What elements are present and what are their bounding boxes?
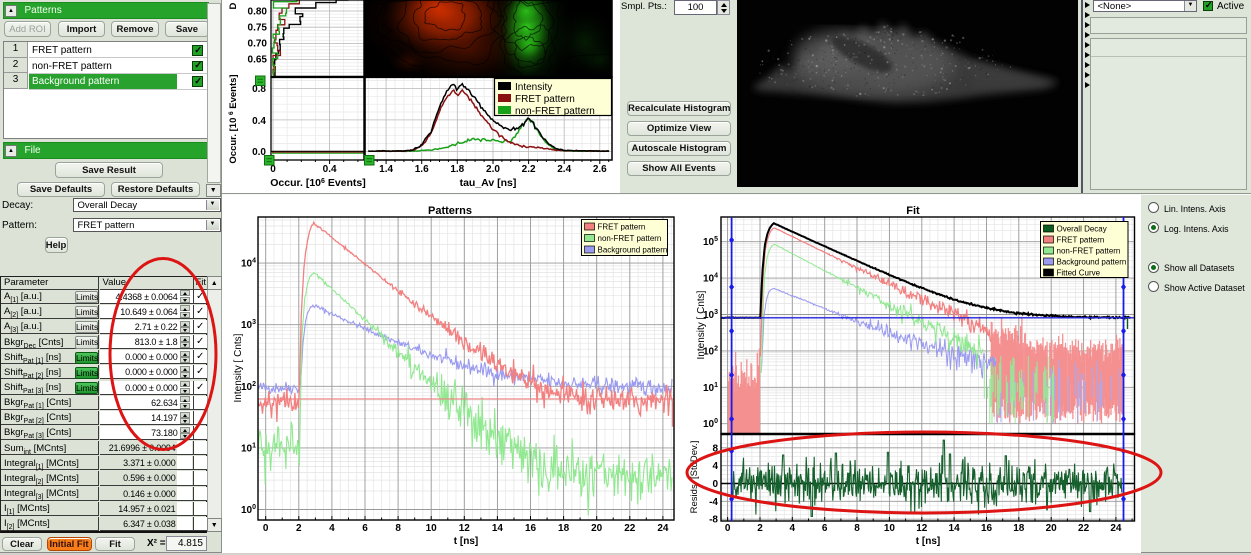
svg-text:6: 6 xyxy=(822,523,828,534)
svg-text:22: 22 xyxy=(1078,523,1090,534)
svg-text:0.70: 0.70 xyxy=(248,39,268,50)
svg-text:FRET pattern: FRET pattern xyxy=(598,223,646,232)
svg-text:2: 2 xyxy=(296,523,302,534)
svg-text:6: 6 xyxy=(362,523,368,534)
svg-text:20: 20 xyxy=(591,523,603,534)
svg-text:non-FRET pattern: non-FRET pattern xyxy=(1057,247,1121,256)
svg-text:Fit: Fit xyxy=(906,205,920,217)
svg-text:tau_Av [ns]: tau_Av [ns] xyxy=(460,177,517,189)
svg-text:12: 12 xyxy=(916,523,928,534)
svg-text:16: 16 xyxy=(525,523,537,534)
svg-text:24: 24 xyxy=(657,523,669,534)
svg-text:2.2: 2.2 xyxy=(522,164,536,175)
svg-text:Occur. [106 Events]: Occur. [106 Events] xyxy=(270,177,366,189)
svg-text:10: 10 xyxy=(884,523,896,534)
svg-text:18: 18 xyxy=(1013,523,1025,534)
svg-text:1.8: 1.8 xyxy=(450,164,464,175)
svg-text:24: 24 xyxy=(1110,523,1122,534)
svg-text:10: 10 xyxy=(426,523,438,534)
svg-text:12: 12 xyxy=(459,523,471,534)
svg-text:Resids. [StdDev.]: Resids. [StdDev.] xyxy=(689,441,700,514)
svg-text:Overall Decay: Overall Decay xyxy=(1057,225,1107,234)
svg-text:1.4: 1.4 xyxy=(379,164,393,175)
svg-text:non-FRET pattern: non-FRET pattern xyxy=(515,106,595,117)
svg-text:2.0: 2.0 xyxy=(486,164,500,175)
svg-text:0: 0 xyxy=(270,164,276,175)
svg-text:Intensity [ Cnts]: Intensity [ Cnts] xyxy=(696,290,707,359)
svg-text:-8: -8 xyxy=(709,515,718,526)
svg-text:2.6: 2.6 xyxy=(593,164,607,175)
svg-text:16: 16 xyxy=(981,523,993,534)
svg-text:t [ns]: t [ns] xyxy=(916,536,940,547)
svg-text:4: 4 xyxy=(329,523,335,534)
svg-text:1.6: 1.6 xyxy=(415,164,429,175)
svg-text:0.80: 0.80 xyxy=(248,7,268,18)
svg-text:2: 2 xyxy=(757,523,763,534)
svg-text:20: 20 xyxy=(1046,523,1058,534)
svg-text:0: 0 xyxy=(263,523,269,534)
svg-text:8: 8 xyxy=(395,523,401,534)
svg-text:Background pattern: Background pattern xyxy=(598,246,668,255)
svg-text:14: 14 xyxy=(492,523,504,534)
svg-text:0: 0 xyxy=(725,523,731,534)
svg-text:8: 8 xyxy=(854,523,860,534)
svg-text:FRET pattern: FRET pattern xyxy=(515,94,575,105)
svg-text:FRET pattern: FRET pattern xyxy=(1057,236,1105,245)
svg-text:0: 0 xyxy=(712,479,718,490)
svg-text:Occur. [10 6 Events]: Occur. [10 6 Events] xyxy=(228,74,239,163)
svg-text:Patterns: Patterns xyxy=(428,205,472,217)
svg-text:18: 18 xyxy=(558,523,570,534)
svg-text:4: 4 xyxy=(790,523,796,534)
svg-text:non-FRET pattern: non-FRET pattern xyxy=(598,234,662,243)
svg-text:Fitted Curve: Fitted Curve xyxy=(1057,269,1101,278)
svg-text:D: D xyxy=(228,2,239,9)
svg-text:0.4: 0.4 xyxy=(252,116,266,127)
svg-text:0.65: 0.65 xyxy=(248,55,268,66)
svg-text:Intensity [ Cnts]: Intensity [ Cnts] xyxy=(233,333,244,402)
svg-text:0.75: 0.75 xyxy=(248,23,268,34)
svg-text:4: 4 xyxy=(712,461,718,472)
svg-text:t [ns]: t [ns] xyxy=(454,536,478,547)
svg-text:Background pattern: Background pattern xyxy=(1057,258,1127,267)
svg-text:14: 14 xyxy=(949,523,961,534)
svg-text:0.4: 0.4 xyxy=(323,164,337,175)
svg-text:2.4: 2.4 xyxy=(557,164,571,175)
svg-text:-4: -4 xyxy=(709,497,718,508)
svg-text:Intensity: Intensity xyxy=(515,82,552,93)
svg-text:22: 22 xyxy=(624,523,636,534)
